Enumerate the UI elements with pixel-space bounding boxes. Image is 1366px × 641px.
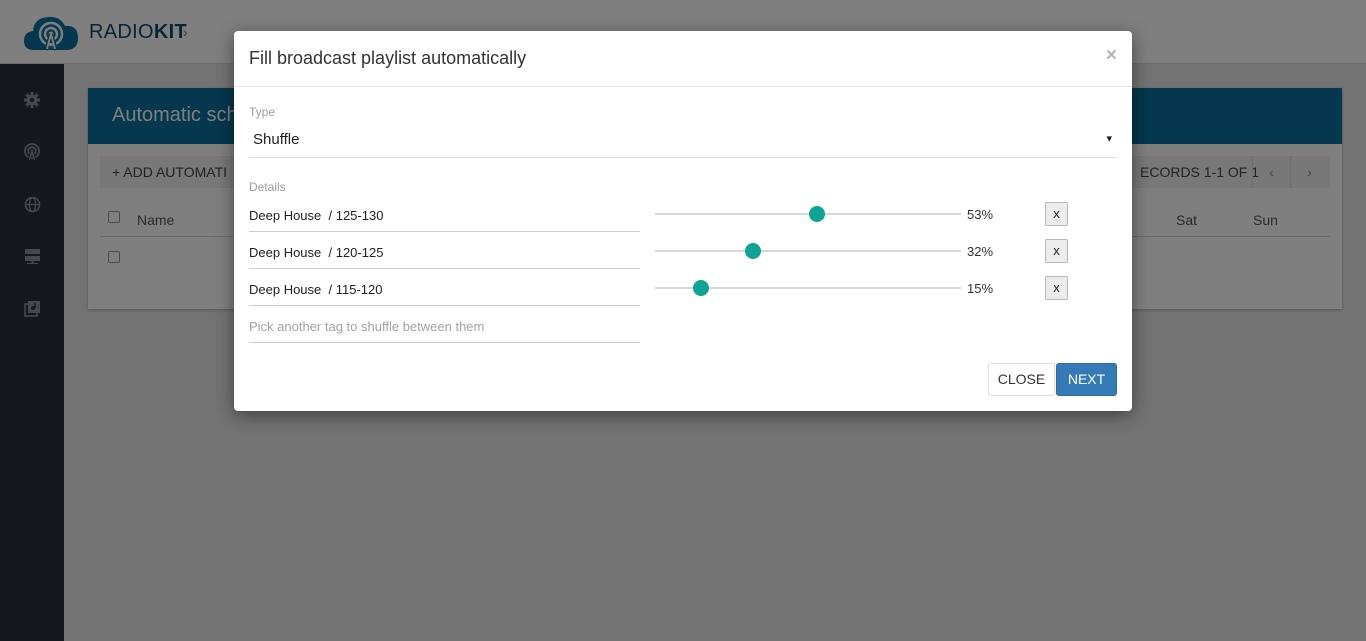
weight-slider[interactable] [655, 280, 961, 296]
fill-playlist-dialog: Fill broadcast playlist automatically × … [234, 31, 1132, 411]
weight-slider[interactable] [655, 243, 961, 259]
dialog-header: Fill broadcast playlist automatically × [234, 31, 1132, 87]
tag-field[interactable]: Deep House / 125-130 [249, 205, 640, 232]
tag-name: Deep House / 125-130 [249, 208, 384, 223]
remove-tag-button[interactable]: x [1045, 239, 1068, 263]
tag-name: Deep House / 115-120 [249, 282, 383, 297]
weight-slider[interactable] [655, 206, 961, 222]
next-button[interactable]: NEXT [1056, 363, 1117, 396]
dialog-title: Fill broadcast playlist automatically [249, 48, 527, 68]
type-select[interactable]: Shuffle ▾ [249, 127, 1116, 158]
slider-thumb[interactable] [692, 280, 709, 296]
remove-tag-button[interactable]: x [1045, 202, 1068, 226]
slider-thumb[interactable] [809, 206, 826, 222]
close-button[interactable]: CLOSE [988, 363, 1055, 396]
slider-thumb[interactable] [744, 243, 761, 259]
add-tag-input[interactable]: Pick another tag to shuffle between them [249, 316, 640, 343]
remove-tag-button[interactable]: x [1045, 276, 1068, 300]
tag-field[interactable]: Deep House / 115-120 [249, 279, 640, 306]
type-label: Type [249, 105, 276, 119]
close-icon[interactable]: × [1106, 45, 1117, 67]
caret-down-icon: ▾ [1106, 133, 1112, 145]
details-label: Details [249, 180, 286, 194]
slider-track [655, 250, 961, 252]
type-selected-value: Shuffle [253, 131, 300, 148]
add-tag-placeholder: Pick another tag to shuffle between them [249, 319, 485, 334]
weight-percent: 15% [967, 281, 994, 296]
tag-name: Deep House / 120-125 [249, 245, 384, 260]
slider-track [655, 213, 961, 215]
tag-field[interactable]: Deep House / 120-125 [249, 242, 640, 269]
weight-percent: 32% [967, 244, 994, 259]
weight-percent: 53% [967, 207, 994, 222]
